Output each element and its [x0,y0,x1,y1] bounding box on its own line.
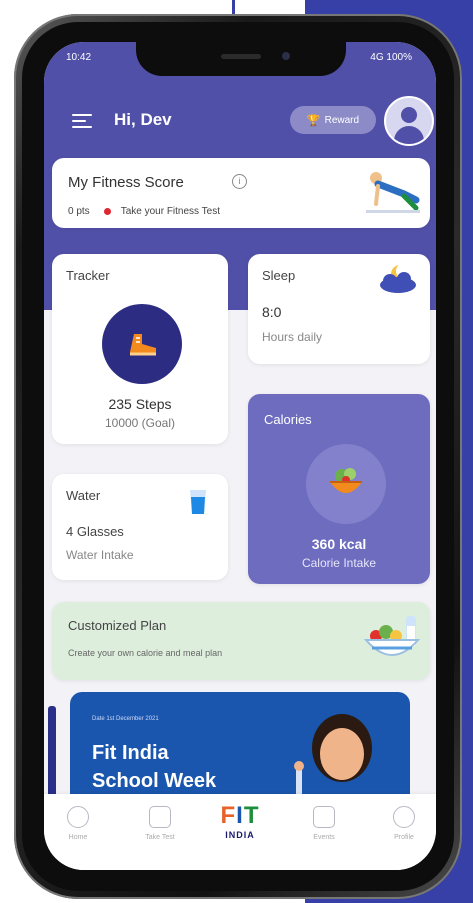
calories-badge [306,444,386,524]
nav-home-label: Home [68,834,88,841]
clipboard-icon [149,806,171,828]
status-time: 10:42 [66,52,92,63]
water-value: 4 Glasses [66,524,124,539]
fitness-test-link[interactable]: Take your Fitness Test [121,206,220,217]
nav-profile-label: Profile [394,834,414,841]
moon-cloud-icon [380,264,416,293]
meal-bowl-icon [363,616,421,656]
bottom-nav: Home Take Test FIT INDIA Events Profile [44,794,436,870]
fitness-score-title: My Fitness Score [68,174,184,191]
greeting: Hi, Dev [114,110,172,129]
calendar-icon [313,806,335,828]
reward-label: Reward [324,114,360,126]
water-label: Water [66,488,101,503]
nav-events-label: Events [313,834,335,841]
status-indicators: 4G 100% [370,52,412,63]
plan-sub: Create your own calorie and meal plan [68,648,223,658]
info-icon[interactable]: i [232,174,247,189]
calories-sub: Calorie Intake [301,556,377,570]
app-screen: 10:42 4G 100% Hi, Dev 🏆 Reward My Fitnes… [44,42,436,870]
camera [282,52,290,60]
fitness-points: 0 pts [68,206,90,217]
nav-take-test[interactable]: Take Test [130,806,190,841]
speaker [221,54,261,59]
banner-title-line1: Fit India [92,742,169,764]
water-glass-icon [190,490,206,514]
tracker-label: Tracker [66,268,110,283]
tracker-card[interactable]: Tracker 235 Steps 10000 (Goal) [52,254,228,444]
fitness-score-sub: 0 pts Take your Fitness Test [68,206,220,217]
nav-fit-india[interactable]: FIT INDIA [212,802,268,840]
plan-title: Customized Plan [68,618,167,633]
sleep-label: Sleep [262,268,296,283]
calories-value: 360 kcal [311,536,367,552]
tracker-badge [102,304,182,384]
fit-india-logo: FIT [220,802,260,829]
trophy-icon: 🏆 [306,114,321,127]
nav-take-test-label: Take Test [145,834,175,841]
banner-date: Date 1st December 2021 [92,716,159,722]
customized-plan-card[interactable]: Customized Plan Create your own calorie … [52,602,430,680]
profile-icon [393,806,415,828]
phone-notch [136,42,346,76]
nav-home[interactable]: Home [48,806,108,841]
banner-title-line2: School Week [92,770,217,792]
water-sub: Water Intake [66,548,134,562]
nav-profile[interactable]: Profile [374,806,434,841]
steps-value: 235 Steps [108,396,172,412]
sleep-sub: Hours daily [262,330,323,344]
menu-icon[interactable] [72,114,92,128]
pushup-icon [366,172,420,213]
steps-goal: 10000 (Goal) [104,416,176,430]
calories-card[interactable]: Calories 360 kcal Calorie Intake [248,394,430,584]
nav-events[interactable]: Events [294,806,354,841]
home-icon [67,806,89,828]
red-dot-icon [103,207,111,215]
sleep-card[interactable]: Sleep 8:0 Hours daily [248,254,430,364]
sleep-value: 8:0 [262,304,282,320]
fitness-score-card[interactable]: My Fitness Score i 0 pts Take your Fitnes… [52,158,430,228]
fit-india-text: INDIA [225,830,255,840]
water-card[interactable]: Water 4 Glasses Water Intake [52,474,228,580]
reward-button[interactable]: 🏆 Reward [290,106,376,134]
salad-bowl-icon [330,468,362,493]
background-line [232,0,235,14]
calories-label: Calories [264,412,312,427]
avatar[interactable] [384,96,434,146]
shoe-icon [130,334,156,356]
